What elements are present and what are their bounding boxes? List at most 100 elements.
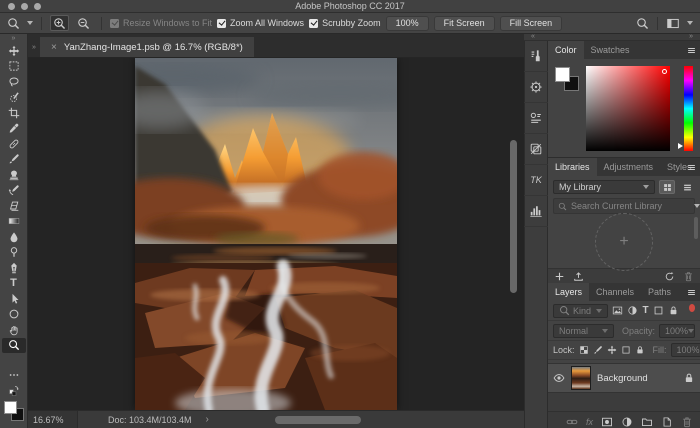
status-popup-chevron[interactable]: › [206,414,209,425]
filter-kind-select[interactable]: Kind [553,304,608,318]
collapsed-panel-wheel[interactable] [524,72,548,103]
list-view-button[interactable] [679,180,695,194]
library-drop-zone[interactable]: + [595,213,653,271]
chevron-down-icon[interactable] [27,21,33,25]
tab-channels[interactable]: Channels [589,283,641,301]
tool-crop[interactable] [2,105,26,121]
layer-filter-toggle[interactable] [689,304,695,312]
maximize-window-button[interactable] [34,3,41,10]
tool-brush[interactable] [2,152,26,168]
close-window-button[interactable] [8,3,15,10]
hue-slider[interactable] [684,66,693,151]
add-adjustment-layer-button[interactable] [621,416,633,428]
library-search-input[interactable] [571,201,688,211]
zoom-tool-preset-icon[interactable] [7,17,20,30]
expand-panels-chevron[interactable]: » [689,34,693,40]
layer-style-button[interactable]: fx [586,417,593,427]
tool-eraser[interactable] [2,198,26,214]
color-picker-marker[interactable] [662,69,667,74]
new-group-button[interactable] [641,416,653,428]
tab-layers[interactable]: Layers [548,283,589,301]
filter-smart-objects-button[interactable] [668,305,679,316]
tool-spot-healing-brush[interactable] [2,136,26,152]
lock-transparency-button[interactable] [579,345,589,355]
edit-toolbar-button[interactable] [2,367,26,383]
opacity-field[interactable]: 100% [659,324,695,338]
tool-zoom[interactable] [2,338,26,354]
scrubby-zoom-checkbox[interactable]: Scrubby Zoom [309,18,381,28]
blend-mode-select[interactable]: Normal [553,324,614,338]
fit-screen-button[interactable]: Fit Screen [434,16,495,31]
lock-artboard-button[interactable] [621,345,631,355]
delete-layer-button[interactable] [681,416,693,428]
panel-menu-icon[interactable] [687,288,696,297]
search-icon[interactable] [636,17,649,30]
foreground-background-swatches[interactable] [2,400,26,424]
collapsed-panel-brush[interactable] [524,41,548,72]
fill-screen-button[interactable]: Fill Screen [500,16,563,31]
foreground-color-swatch[interactable] [4,401,17,414]
tool-hand[interactable] [2,322,26,338]
tool-blur[interactable] [2,229,26,245]
collapsed-panel-histogram[interactable] [524,196,548,227]
tool-move[interactable] [2,43,26,59]
lock-all-button[interactable] [635,345,645,355]
add-layer-mask-button[interactable] [601,416,613,428]
tab-libraries[interactable]: Libraries [548,158,597,176]
tool-ellipse-shape[interactable] [2,307,26,323]
tool-rectangular-marquee[interactable] [2,59,26,75]
zoom-all-windows-checkbox[interactable]: Zoom All Windows [217,18,304,28]
chevron-down-icon[interactable] [687,21,693,25]
chevron-down-icon[interactable] [694,204,700,208]
lock-position-button[interactable] [607,345,617,355]
grid-view-button[interactable] [659,180,675,194]
resize-windows-to-fit-checkbox[interactable]: Resize Windows to Fit [110,18,212,28]
library-scrollbar[interactable] [694,217,698,239]
vertical-scrollbar[interactable] [510,140,517,293]
panel-menu-icon[interactable] [687,163,696,172]
zoom-percent-field[interactable]: 100% [386,16,429,31]
tool-eyedropper[interactable] [2,121,26,137]
layer-thumbnail[interactable] [571,366,591,390]
tool-history-brush[interactable] [2,183,26,199]
tool-quick-selection[interactable] [2,90,26,106]
add-content-button[interactable] [554,271,565,282]
tab-color[interactable]: Color [548,41,584,59]
fill-field[interactable]: 100% [671,343,700,357]
zoom-out-button[interactable] [74,15,93,31]
link-layers-button[interactable] [566,416,578,428]
tool-dodge[interactable] [2,245,26,261]
library-search-box[interactable] [553,198,695,214]
filter-type-layers-button[interactable]: T [642,305,648,316]
tool-pen[interactable] [2,260,26,276]
document-tab[interactable]: × YanZhang-Image1.psb @ 16.7% (RGB/8*) [40,37,254,57]
collapsed-panel-info[interactable] [524,103,548,134]
layer-visibility-toggle[interactable] [553,372,565,384]
library-select[interactable]: My Library [553,180,655,194]
minimize-window-button[interactable] [21,3,28,10]
delete-library-item-button[interactable] [683,271,694,282]
tools-expand-chevron[interactable]: » [0,34,27,43]
sync-library-button[interactable] [664,271,675,282]
close-icon[interactable]: × [51,42,57,53]
filter-pixel-layers-button[interactable] [612,305,623,316]
color-fg-bg-swatches[interactable] [555,67,581,93]
saturation-brightness-field[interactable] [586,66,670,151]
tool-horizontal-type[interactable]: T [2,276,26,292]
layer-row-background[interactable]: Background [548,363,700,393]
tab-adjustments[interactable]: Adjustments [597,158,661,176]
foreground-color-swatch[interactable] [555,67,570,82]
lock-pixels-button[interactable] [593,345,603,355]
panel-menu-icon[interactable] [687,46,696,55]
default-swap-colors-control[interactable] [2,383,26,399]
tool-lasso[interactable] [2,74,26,90]
tab-swatches[interactable]: Swatches [584,41,637,59]
tab-paths[interactable]: Paths [641,283,678,301]
canvas-photo[interactable] [135,58,397,410]
tool-clone-stamp[interactable] [2,167,26,183]
filter-adjustment-layers-button[interactable] [627,305,638,316]
zoom-in-button[interactable] [50,15,69,31]
horizontal-scrollbar[interactable] [275,416,361,424]
zoom-level-field[interactable]: 16.67% [28,411,78,428]
collapsed-panel-tk[interactable]: TK [524,165,548,196]
